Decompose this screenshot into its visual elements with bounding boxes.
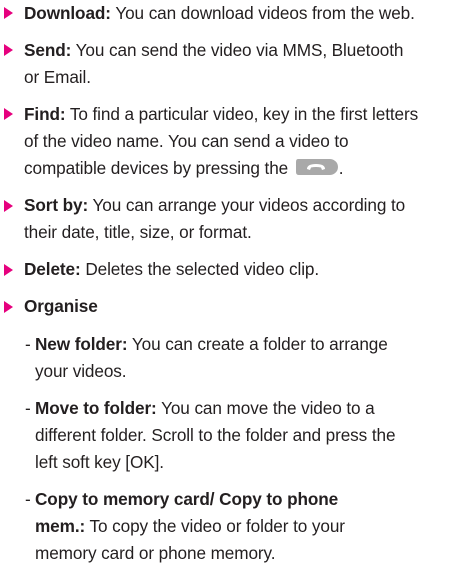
dash-copy-to-memory: - [25, 489, 31, 510]
term-new-folder: New folder: [35, 334, 128, 355]
text-new-folder-line-1: You can create a folder to arrange [131, 334, 388, 355]
triangle-bullet-icon [4, 200, 13, 213]
term-copy-to-memory-line-2: mem.: [35, 516, 86, 537]
text-send-line-2: or Email. [24, 66, 91, 87]
text-send-line-1: You can send the video via MMS, Bluetoot… [75, 39, 404, 60]
dash-new-folder: - [25, 334, 31, 355]
text-copy-to-memory-line-2: memory card or phone memory. [35, 542, 276, 563]
term-copy-to-memory-line-1: Copy to memory card/ Copy to phone [35, 489, 339, 510]
item-organise: Organise [24, 296, 98, 317]
text-move-to-folder-line-3: left soft key [OK]. [35, 452, 164, 473]
text-sort-by-line-1: You can arrange your videos according to [92, 195, 406, 216]
term-send: Send: [24, 39, 72, 60]
item-delete: Delete: Deletes the selected video clip. [24, 259, 319, 280]
term-move-to-folder: Move to folder: [35, 398, 157, 419]
term-sort-by: Sort by: [24, 195, 89, 216]
term-organise: Organise [24, 296, 98, 317]
text-sort-by-line-2: their date, title, size, or format. [24, 222, 252, 243]
item-find: Find: To find a particular video, key in… [24, 104, 418, 125]
text-move-to-folder-line-1: You can move the video to a [161, 398, 375, 419]
text-move-to-folder-line-2: different folder. Scroll to the folder a… [35, 425, 396, 446]
text-find-line-3: compatible devices by pressing the . [24, 157, 344, 179]
manual-page: Download: You can download videos from t… [0, 0, 452, 567]
triangle-bullet-icon [4, 7, 13, 20]
text-find-line-2: of the video name. You can send a video … [24, 130, 349, 151]
subitem-new-folder: New folder: You can create a folder to a… [35, 334, 388, 355]
term-download: Download: [24, 2, 111, 23]
term-delete: Delete: [24, 259, 81, 280]
text-download-line-1: You can download videos from the web. [115, 2, 415, 23]
text-copy-to-memory-line-1: To copy the video or folder to your [89, 516, 346, 537]
triangle-bullet-icon [4, 44, 13, 57]
text-find-line-1: To find a particular video, key in the f… [69, 103, 419, 124]
triangle-bullet-icon [4, 264, 13, 277]
text-find-line-3a: compatible devices by pressing the [24, 157, 289, 178]
item-sort-by: Sort by: You can arrange your videos acc… [24, 195, 405, 216]
text-delete-line-1: Deletes the selected video clip. [85, 259, 320, 280]
subitem-move-to-folder: Move to folder: You can move the video t… [35, 398, 375, 419]
text-find-line-3b: . [338, 157, 344, 178]
triangle-bullet-icon [4, 108, 13, 121]
subitem-copy-to-memory: mem.: To copy the video or folder to you… [35, 516, 345, 537]
item-send: Send: You can send the video via MMS, Bl… [24, 39, 404, 61]
term-find: Find: [24, 103, 66, 124]
text-new-folder-line-2: your videos. [35, 361, 127, 382]
dash-move-to-folder: - [25, 398, 31, 419]
item-download: Download: You can download videos from t… [24, 3, 415, 24]
triangle-bullet-icon [4, 301, 13, 314]
send-key-icon [295, 158, 338, 175]
